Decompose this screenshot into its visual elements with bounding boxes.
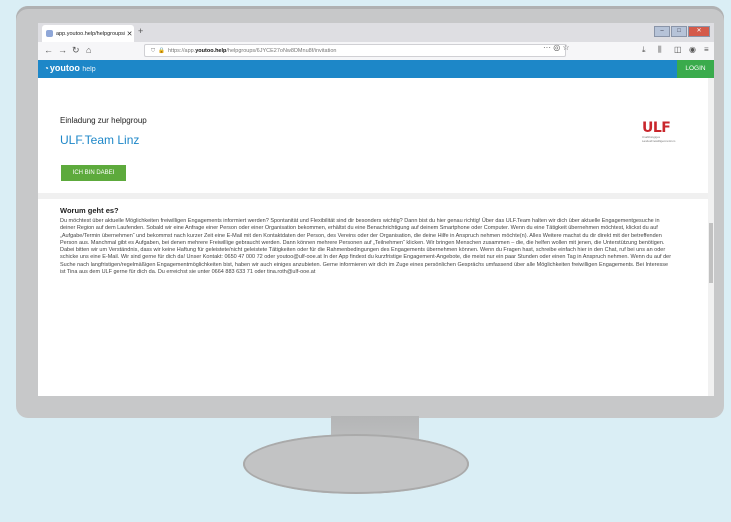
back-icon[interactable]: ← bbox=[44, 45, 53, 55]
lock-icon: 🔒 bbox=[158, 48, 165, 54]
page-actions-icon[interactable]: ··· ◎ ☆ bbox=[543, 43, 570, 52]
join-button[interactable]: ICH BIN DABEI bbox=[61, 165, 126, 181]
home-icon[interactable]: ⌂ bbox=[86, 45, 91, 55]
app-header: ◔youtoo help LOGIN bbox=[38, 60, 714, 78]
window-controls: – □ ✕ bbox=[653, 26, 710, 37]
downloads-icon[interactable]: ⤓ bbox=[642, 45, 646, 55]
address-bar[interactable]: ⛉ 🔒 https://app.youtoo.help/helpgroups/6JY… bbox=[144, 44, 566, 57]
ulf-logo: ULF Unabhängiges LandesFreiwilligenzentr… bbox=[642, 120, 690, 148]
shield-icon: ⛉ bbox=[151, 48, 156, 54]
browser-window: app.youtoo.help/helpgroups/6: ✕ + – □ ✕ … bbox=[38, 23, 714, 396]
section-title: Worum geht es? bbox=[60, 206, 119, 215]
sidebar-icon[interactable]: ◫ bbox=[674, 45, 682, 54]
main-content: Einladung zur helpgroup ULF.Team Linz IC… bbox=[38, 78, 708, 396]
scrollbar-thumb[interactable] bbox=[709, 223, 713, 283]
menu-icon[interactable]: ≡ bbox=[704, 45, 709, 54]
section-divider bbox=[38, 193, 708, 199]
maximize-icon[interactable]: □ bbox=[671, 26, 687, 37]
monitor-base bbox=[243, 434, 469, 494]
new-tab-icon[interactable]: + bbox=[138, 26, 143, 36]
tab-bar: app.youtoo.help/helpgroups/6: ✕ + – □ ✕ bbox=[38, 23, 714, 42]
favicon-icon bbox=[46, 30, 53, 37]
close-window-icon[interactable]: ✕ bbox=[688, 26, 710, 37]
logo-help: help bbox=[82, 66, 96, 73]
account-icon[interactable]: ◉ bbox=[689, 45, 696, 54]
invitation-title: Einladung zur helpgroup bbox=[60, 116, 147, 125]
logo-icon: ◔ bbox=[44, 64, 49, 73]
youtoo-logo[interactable]: ◔youtoo help bbox=[44, 63, 96, 73]
team-name: ULF.Team Linz bbox=[60, 133, 140, 147]
tab-close-icon[interactable]: ✕ bbox=[125, 30, 134, 38]
logo-text: youtoo bbox=[49, 63, 80, 73]
url-domain: youtoo.help bbox=[195, 48, 227, 54]
minimize-icon[interactable]: – bbox=[654, 26, 670, 37]
section-description: Du möchtest über aktuelle Möglichkeiten … bbox=[60, 218, 672, 275]
url-prefix: https://app. bbox=[168, 48, 196, 54]
ulf-logo-text: ULF bbox=[642, 120, 671, 136]
forward-icon[interactable]: → bbox=[58, 45, 67, 55]
nav-bar: ← → ↻ ⌂ ⛉ 🔒 https://app.youtoo.help/helpgr… bbox=[38, 42, 714, 61]
browser-tab[interactable]: app.youtoo.help/helpgroups/6: ✕ bbox=[42, 25, 134, 42]
reload-icon[interactable]: ↻ bbox=[72, 45, 80, 56]
url-path: /helpgroups/6JYCE27oNw8DMnu8f/invitation bbox=[226, 48, 337, 54]
ulf-logo-subtitle: Unabhängiges LandesFreiwilligenzentrum bbox=[642, 135, 676, 143]
library-icon[interactable]: ⫼ bbox=[658, 45, 662, 55]
tab-title: app.youtoo.help/helpgroups/6: bbox=[56, 30, 125, 37]
login-button[interactable]: LOGIN bbox=[677, 60, 714, 78]
